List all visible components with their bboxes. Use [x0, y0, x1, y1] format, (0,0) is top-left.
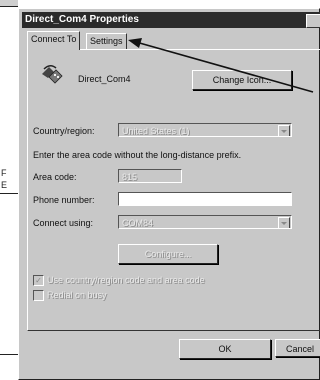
change-icon-button[interactable]: Change Icon...: [192, 70, 292, 90]
connect-using-value: COM84: [122, 218, 154, 228]
phone-modem-icon: [42, 65, 63, 84]
chevron-down-icon[interactable]: [278, 125, 290, 136]
chevron-down-icon[interactable]: [278, 217, 290, 228]
background-text-1: F: [1, 168, 7, 178]
connection-name: Direct_Com4: [78, 74, 131, 84]
use-country-code-checkbox[interactable]: ✓: [33, 275, 44, 286]
area-code-label: Area code:: [33, 172, 77, 182]
background-text-2: E: [1, 180, 8, 190]
country-region-select[interactable]: United States (1): [118, 123, 292, 137]
connect-using-select[interactable]: COM84: [118, 215, 292, 229]
cancel-label: Cancel: [286, 344, 315, 354]
ok-button[interactable]: OK: [179, 339, 271, 359]
tab-connect-to-label: Connect To: [31, 34, 77, 44]
area-code-instruction: Enter the area code without the long-dis…: [33, 150, 242, 160]
country-region-value: United States (1): [122, 126, 190, 136]
use-country-code-label: Use country/region code and area code: [47, 275, 205, 285]
background-window-line: [0, 193, 18, 194]
tab-connect-to[interactable]: Connect To: [27, 31, 81, 50]
redial-on-busy-checkbox[interactable]: [33, 290, 44, 301]
properties-dialog: Direct_Com4 Properties Connect To Settin…: [18, 8, 320, 380]
title-bar[interactable]: Direct_Com4 Properties: [22, 12, 320, 28]
connect-to-panel: Direct_Com4 Change Icon... Country/regio…: [27, 49, 320, 331]
area-code-value: 815: [122, 172, 138, 182]
redial-on-busy-label: Redial on busy: [47, 290, 107, 300]
phone-number-field[interactable]: [118, 192, 292, 206]
configure-label: Configure...: [144, 249, 192, 259]
cancel-button[interactable]: Cancel: [275, 339, 320, 357]
background-window-edge: [0, 6, 18, 7]
background-window-line-bottom: [0, 354, 18, 355]
phone-number-label: Phone number:: [33, 195, 95, 205]
ok-label: OK: [218, 344, 232, 354]
configure-button[interactable]: Configure...: [118, 244, 218, 264]
connect-using-label: Connect using:: [33, 218, 94, 228]
tab-settings-label: Settings: [90, 36, 123, 46]
tab-settings[interactable]: Settings: [86, 33, 127, 49]
area-code-field[interactable]: 815: [118, 169, 182, 183]
country-region-label: Country/region:: [33, 126, 95, 136]
change-icon-label: Change Icon...: [212, 75, 272, 85]
window-title: Direct_Com4 Properties: [25, 14, 139, 25]
close-button[interactable]: [306, 14, 320, 28]
